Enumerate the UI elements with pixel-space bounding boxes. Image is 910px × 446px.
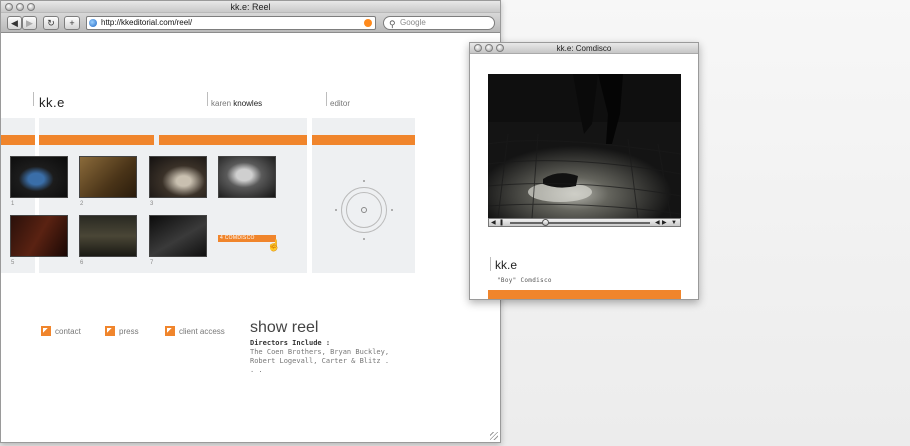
back-icon: ◀ [11,18,18,28]
nav-contact[interactable]: contact [41,326,81,336]
orange-bar [39,135,154,145]
reel-thumbnail-3[interactable] [149,156,207,198]
divider [207,92,208,106]
thumbnail-number: 2 [80,201,84,207]
add-bookmark-icon: + [69,18,75,28]
editor-name: karen knowles [211,99,262,108]
play-icon[interactable]: ❚ [499,219,504,227]
progress-knob[interactable] [541,219,549,226]
orange-bar [159,135,307,145]
reel-thumbnail-5[interactable] [10,215,68,257]
directors-heading: Directors Include : [250,339,331,347]
orange-bar [488,290,681,299]
menu-icon[interactable]: ▼ [671,219,677,227]
thumbnail-number: 1 [11,201,15,207]
rss-icon[interactable] [364,19,372,27]
globe-icon [89,19,97,27]
dial-tick [363,238,365,240]
popup-window: kk.e: Comdisco ◀ ❚ ◀ ▶ ▼ kk.e "Boy" Comd… [469,42,699,300]
forward-button[interactable]: ▶ [22,16,37,30]
reel-thumbnail-4-selected[interactable] [218,156,276,198]
divider [326,92,327,106]
nav-client-access-label: client access [179,326,225,336]
desktop: kk.e: Reel ◀ ▶ ↻ + http://kkeditorial.co… [0,0,910,446]
forward-icon: ▶ [26,18,33,28]
divider [490,257,491,271]
dial-tick [391,209,393,211]
video-caption: "Boy" Comdisco [497,277,552,284]
reel-thumbnail-7[interactable] [149,215,207,257]
video-controls: ◀ ❚ ◀ ▶ ▼ [488,218,681,227]
video-frame[interactable] [488,74,681,218]
directors-list: The Coen Brothers, Bryan Buckley, Robert… [250,348,390,374]
add-bookmark-button[interactable]: + [64,16,80,30]
orange-bar [312,135,415,145]
name-first: karen [211,99,232,108]
address-bar[interactable]: http://kkeditorial.com/reel/ [86,16,376,30]
client-access-icon [165,326,175,336]
thumbnail-number: 5 [11,260,15,266]
popup-title: kk.e: Comdisco [556,44,612,53]
video-still [488,74,681,218]
name-last: knowles [233,99,263,108]
editor-role: editor [330,99,351,108]
pointer-cursor-icon: ☝ [267,240,281,252]
reload-button[interactable]: ↻ [43,16,59,30]
reel-thumbnail-6[interactable] [79,215,137,257]
browser-toolbar: ◀ ▶ ↻ + http://kkeditorial.com/reel/ ⚲ G… [1,13,500,33]
browser-title: kk.e: Reel [230,2,271,12]
nav-client-access[interactable]: client access [165,326,225,336]
reload-icon: ↻ [47,18,55,28]
web-page: kk.e karen knowles editor 1 2 3 4 COMDIS… [1,34,500,442]
search-placeholder: Google [400,18,426,27]
thumbnail-number: 7 [150,260,154,266]
press-icon [105,326,115,336]
page-heading: show reel [250,319,319,336]
nav-contact-label: contact [55,326,81,336]
popup-titlebar[interactable]: kk.e: Comdisco [470,43,698,54]
back-button[interactable]: ◀ [7,16,22,30]
divider [33,92,34,106]
address-url: http://kkeditorial.com/reel/ [101,18,193,27]
nav-press-label: press [119,326,139,336]
reel-thumbnail-2[interactable] [79,156,137,198]
step-back-icon[interactable]: ◀ [655,219,660,227]
browser-titlebar[interactable]: kk.e: Reel [1,1,500,13]
search-field[interactable]: ⚲ Google [383,16,495,30]
volume-icon[interactable]: ◀ [491,219,496,227]
site-logo[interactable]: kk.e [39,95,65,110]
search-icon: ⚲ [389,19,396,29]
contact-icon [41,326,51,336]
orange-bar [1,135,35,145]
step-forward-icon[interactable]: ▶ [662,219,667,227]
popup-logo: kk.e [495,258,518,272]
progress-track[interactable] [510,222,650,224]
dial-center [361,207,367,213]
thumbnail-number: 6 [80,260,84,266]
reel-thumbnail-1[interactable] [10,156,68,198]
thumbnail-number: 3 [150,201,154,207]
resize-handle[interactable] [490,432,498,440]
nav-press[interactable]: press [105,326,139,336]
dial-tick [363,180,365,182]
dial-tick [335,209,337,211]
browser-window: kk.e: Reel ◀ ▶ ↻ + http://kkeditorial.co… [0,0,501,443]
